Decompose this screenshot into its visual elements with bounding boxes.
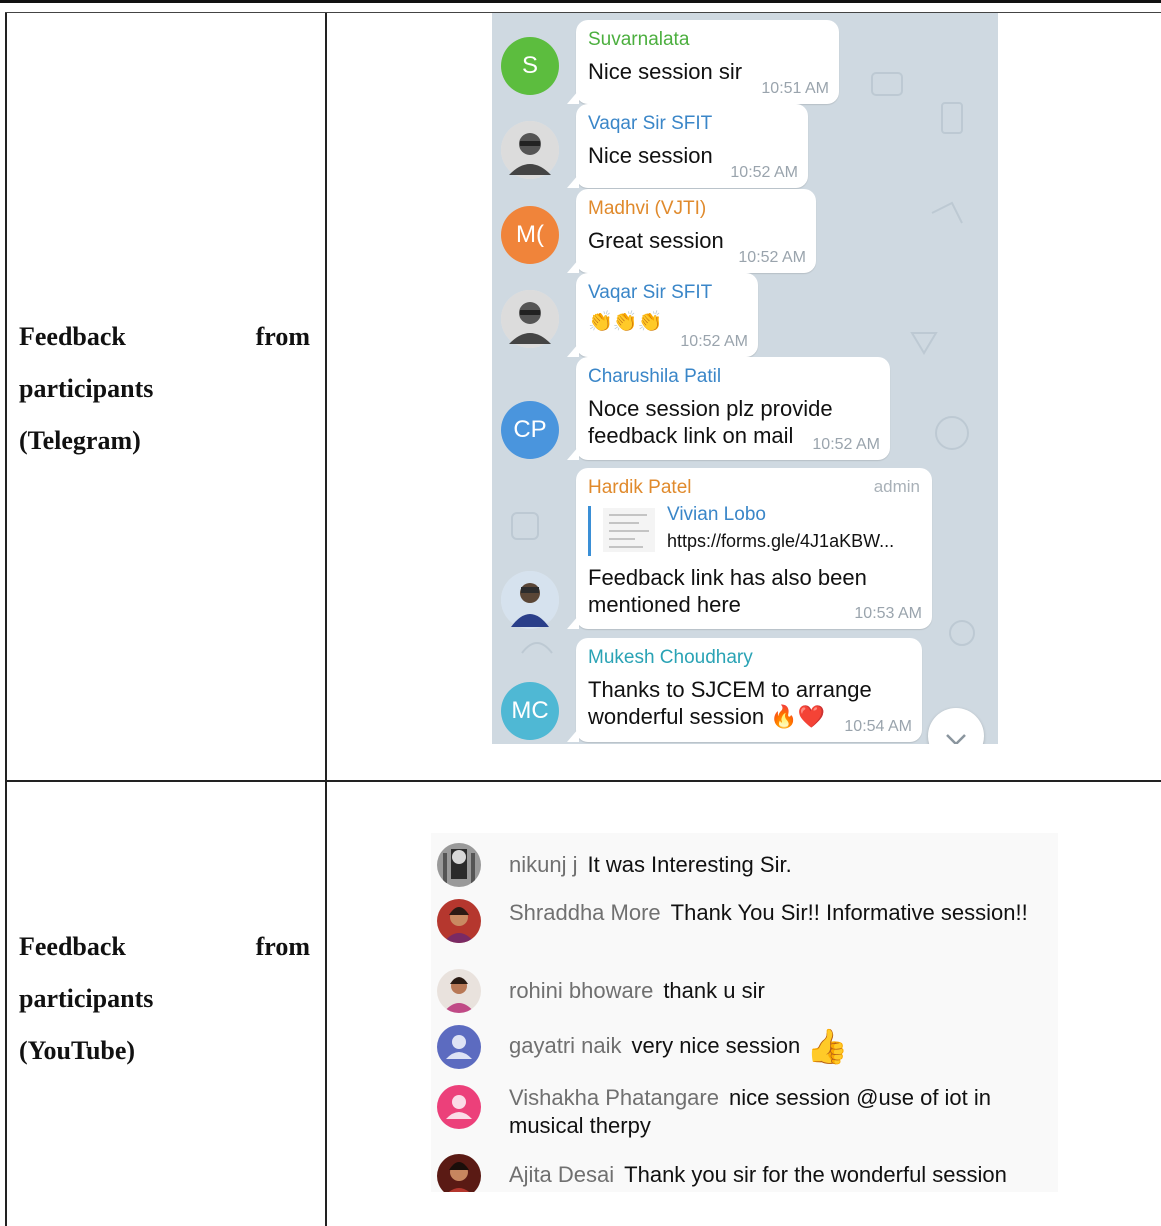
avatar-mukesh[interactable]: MC (501, 682, 559, 740)
person-photo-icon[interactable] (501, 290, 559, 348)
person-photo-icon[interactable] (437, 969, 481, 1013)
comment-author[interactable]: Ajita Desai (509, 1162, 614, 1187)
comment-author[interactable]: rohini bhoware (509, 978, 653, 1003)
comment-text: Ajita Desai Thank you sir for the wonderf… (509, 1161, 1039, 1189)
message-time: 10:53 AM (854, 605, 922, 622)
avatar-madhvi[interactable]: M( (501, 206, 559, 264)
comment-author[interactable]: nikunj j (509, 852, 577, 877)
quote-link[interactable]: https://forms.gle/4J1aKBW... (667, 531, 894, 552)
message-text-line: Thanks to SJCEM to arrange (588, 677, 872, 702)
message-time: 10:52 AM (680, 333, 748, 350)
thumbs-up-icon: 👍 (806, 1028, 849, 1067)
table-top-border (0, 0, 1161, 3)
comment-author[interactable]: Vishakha Phatangare (509, 1085, 719, 1110)
message-sender[interactable]: Vaqar Sir SFIT (588, 112, 796, 136)
label-source-telegram: (Telegram) (19, 426, 141, 455)
comment-author[interactable]: gayatri naik (509, 1033, 622, 1058)
message-sender[interactable]: Vaqar Sir SFIT (588, 281, 746, 305)
message-bubble: Mukesh Choudhary Thanks to SJCEM to arra… (567, 638, 922, 742)
clapping-emoji: 👏👏👏 (588, 311, 663, 333)
label-source-youtube: (YouTube) (19, 1036, 136, 1065)
comment-body: It was Interesting Sir. (587, 852, 792, 877)
table-row-divider (5, 780, 1161, 782)
comment-text: Shraddha More Thank You Sir!! Informative… (509, 899, 1039, 927)
default-avatar-icon[interactable] (437, 1025, 481, 1069)
message-sender[interactable]: Hardik Patel (588, 476, 920, 500)
comment-body: very nice session (631, 1033, 801, 1058)
quote-author: Vivian Lobo (667, 504, 766, 525)
table-column-divider (325, 12, 327, 1226)
row-label-telegram: Feedback from participants (Telegram) (19, 311, 310, 467)
message-text-line: Feedback link has also been (588, 565, 867, 590)
person-photo-icon[interactable] (437, 843, 481, 887)
message-time: 10:54 AM (844, 718, 912, 735)
label-word-participants: participants (19, 374, 154, 403)
row-label-youtube: Feedback from participants (YouTube) (19, 921, 310, 1077)
message-bubble: Vaqar Sir SFIT Nice session 10:52 AM (567, 104, 808, 188)
message-bubble: Charushila Patil Noce session plz provid… (567, 357, 890, 460)
message-time: 10:52 AM (738, 249, 806, 266)
telegram-chat-screenshot: S Suvarnalata Nice session sir 10:51 AM … (492, 13, 998, 744)
comment-body: Thank You Sir!! Informative session!! (670, 900, 1028, 925)
label-word-from: from (255, 322, 310, 351)
default-avatar-icon[interactable] (437, 1085, 481, 1129)
message-bubble: Madhvi (VJTI) Great session 10:52 AM (567, 189, 816, 273)
message-time: 10:52 AM (812, 436, 880, 453)
forwarded-link-preview[interactable]: Vivian Lobo https://forms.gle/4J1aKBW... (588, 504, 920, 556)
comment-body: Thank you sir for the wonderful session (624, 1162, 1007, 1187)
comment-text: Vishakha Phatangare nice session @use of … (509, 1084, 1039, 1140)
admin-badge: admin (873, 477, 920, 496)
comment-text: rohini bhoware thank u sir (509, 977, 1039, 1005)
message-time: 10:52 AM (730, 164, 798, 181)
message-time: 10:51 AM (761, 80, 829, 97)
label-word-feedback: Feedback (19, 932, 126, 961)
comment-text: gayatri naik very nice session 👍 (509, 1028, 1039, 1067)
message-sender[interactable]: Mukesh Choudhary (588, 646, 910, 670)
message-bubble: Suvarnalata Nice session sir 10:51 AM (567, 20, 839, 104)
comment-author[interactable]: Shraddha More (509, 900, 661, 925)
label-word-participants: participants (19, 984, 154, 1013)
message-bubble: Hardik Patel admin Vivian Lobo https://f… (567, 468, 932, 629)
youtube-comments-screenshot: nikunj j It was Interesting Sir. Shraddha… (431, 833, 1058, 1192)
avatar-charushila[interactable]: CP (501, 401, 559, 459)
link-thumbnail-icon (603, 508, 655, 552)
message-sender[interactable]: Suvarnalata (588, 28, 827, 52)
message-bubble: Vaqar Sir SFIT 👏👏👏 10:52 AM (567, 273, 758, 357)
table-left-border (5, 12, 7, 1226)
avatar-suvarnalata[interactable]: S (501, 37, 559, 95)
message-sender[interactable]: Madhvi (VJTI) (588, 197, 804, 221)
person-photo-icon[interactable] (437, 899, 481, 943)
person-photo-icon[interactable] (501, 121, 559, 179)
person-photo-icon[interactable] (501, 571, 559, 629)
comment-text: nikunj j It was Interesting Sir. (509, 851, 1039, 879)
label-word-feedback: Feedback (19, 322, 126, 351)
person-photo-icon[interactable] (437, 1154, 481, 1192)
label-word-from: from (255, 932, 310, 961)
comment-body: thank u sir (663, 978, 765, 1003)
message-sender[interactable]: Charushila Patil (588, 365, 878, 389)
message-text-line: Noce session plz provide (588, 396, 833, 421)
